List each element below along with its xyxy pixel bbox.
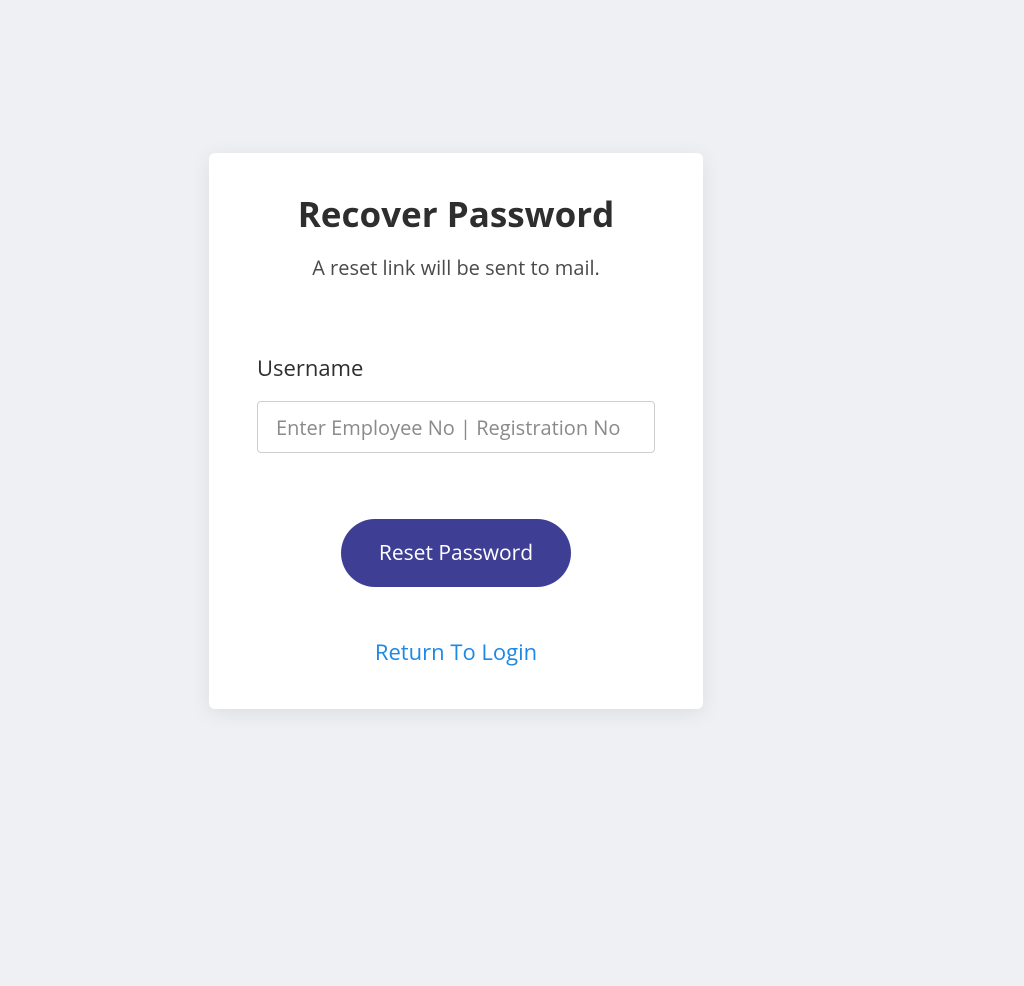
reset-password-button[interactable]: Reset Password (341, 519, 571, 587)
button-container: Reset Password (257, 519, 655, 587)
username-label: Username (257, 353, 655, 383)
username-field-group: Username (257, 353, 655, 453)
return-to-login-link[interactable]: Return To Login (375, 637, 537, 667)
link-container: Return To Login (257, 637, 655, 667)
recover-password-card: Recover Password A reset link will be se… (209, 153, 703, 709)
page-subtitle: A reset link will be sent to mail. (257, 254, 655, 281)
username-input[interactable] (257, 401, 655, 453)
page-title: Recover Password (257, 191, 655, 238)
